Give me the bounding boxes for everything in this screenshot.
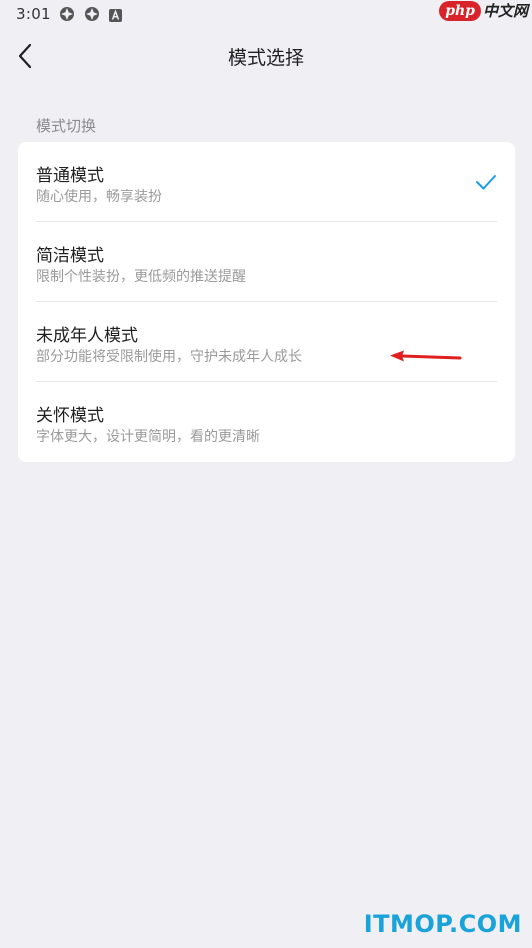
mode-item-care[interactable]: 关怀模式 字体更大，设计更简明，看的更清晰	[18, 382, 515, 462]
mode-item-minor[interactable]: 未成年人模式 部分功能将受限制使用，守护未成年人成长	[18, 302, 515, 382]
screen: 3:01 php 中文网 模式选择 模式切换 普通模式 随心使用，畅享装扮 简洁…	[0, 0, 532, 948]
app-notification-icon	[59, 6, 75, 22]
mode-description: 随心使用，畅享装扮	[36, 189, 162, 205]
status-time: 3:01	[16, 5, 51, 23]
mode-description: 部分功能将受限制使用，守护未成年人成长	[36, 349, 302, 365]
page-title: 模式选择	[227, 47, 304, 69]
watermark-brand: php	[439, 0, 481, 21]
mode-item-normal[interactable]: 普通模式 随心使用，畅享装扮	[18, 142, 515, 222]
mode-description: 字体更大，设计更简明，看的更清晰	[36, 429, 260, 445]
status-bar: 3:01 php 中文网	[0, 0, 532, 28]
mode-title: 普通模式	[36, 166, 104, 186]
nav-bar: 模式选择	[0, 28, 532, 84]
a-badge-icon	[109, 7, 122, 22]
mode-title: 未成年人模式	[36, 326, 138, 346]
watermark-bottom: ITMOP.COM	[363, 910, 522, 938]
red-arrow-annotation	[390, 350, 462, 362]
watermark-top: php 中文网	[439, 0, 528, 21]
mode-item-simple[interactable]: 简洁模式 限制个性装扮，更低频的推送提醒	[18, 222, 515, 302]
checkmark-icon	[476, 175, 496, 190]
mode-title: 关怀模式	[36, 406, 104, 426]
mode-title: 简洁模式	[36, 246, 104, 266]
mode-list-card: 普通模式 随心使用，畅享装扮 简洁模式 限制个性装扮，更低频的推送提醒 未成年人…	[18, 142, 515, 462]
app-notification-icon	[84, 6, 100, 22]
watermark-suffix: 中文网	[482, 2, 528, 20]
section-label: 模式切换	[36, 117, 97, 135]
mode-description: 限制个性装扮，更低频的推送提醒	[36, 269, 246, 285]
